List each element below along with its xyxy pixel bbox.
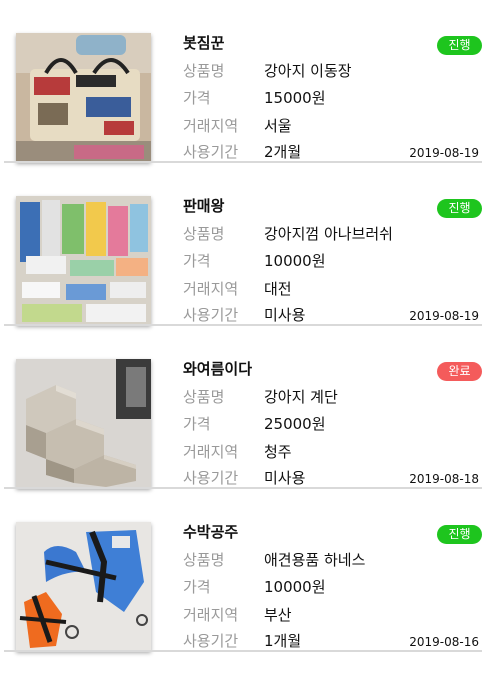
product-row: 상품명 강아지 이동장 (183, 61, 352, 81)
price-row: 가격 10000원 (183, 577, 326, 597)
price-value: 10000원 (264, 252, 326, 270)
period-label: 사용기간 (183, 306, 239, 324)
price-label: 가격 (183, 578, 211, 596)
period-value: 미사용 (264, 306, 306, 324)
price-label: 가격 (183, 252, 211, 270)
product-image-dog-stairs[interactable] (16, 359, 151, 488)
dog-stairs-image (16, 359, 151, 488)
status-badge: 진행 (437, 199, 482, 218)
price-value: 25000원 (264, 415, 326, 433)
dog-chews-image (16, 196, 151, 325)
period-label: 사용기간 (183, 632, 239, 650)
period-row: 사용기간 미사용 (183, 468, 305, 488)
item-divider (4, 650, 482, 652)
pet-carrier-image (16, 33, 151, 162)
period-row: 사용기간 2개월 (183, 142, 301, 162)
product-row: 상품명 강아지껌 아나브러쉬 (183, 224, 393, 244)
post-date: 2019-08-16 (409, 635, 479, 649)
list-item[interactable]: 판매왕 진행 상품명 강아지껌 아나브러쉬 가격 10000원 거래지역 대전 사용기… (0, 163, 486, 326)
price-row: 가격 15000원 (183, 88, 326, 108)
list-item[interactable]: 봇짐꾼 진행 상품명 강아지 이동장 가격 15000원 거래지역 서울 사용기간 2개… (0, 0, 486, 163)
item-title[interactable]: 봇짐꾼 (183, 33, 224, 53)
product-image-dog-chews[interactable] (16, 196, 151, 325)
list-item[interactable]: 와여름이다 완료 상품명 강아지 계단 가격 25000원 거래지역 청주 사용기간 미… (0, 326, 486, 489)
period-row: 사용기간 미사용 (183, 305, 305, 325)
product-label: 상품명 (183, 225, 225, 243)
product-value: 강아지 이동장 (264, 62, 352, 80)
region-label: 거래지역 (183, 606, 239, 624)
region-label: 거래지역 (183, 443, 239, 461)
product-image-dog-harness[interactable] (16, 522, 151, 651)
period-row: 사용기간 1개월 (183, 631, 301, 651)
price-label: 가격 (183, 89, 211, 107)
listing-list: 봇짐꾼 진행 상품명 강아지 이동장 가격 15000원 거래지역 서울 사용기간 2개… (0, 0, 486, 652)
dog-harness-image (16, 522, 151, 651)
region-row: 거래지역 부산 (183, 605, 292, 625)
price-value: 15000원 (264, 89, 326, 107)
product-value: 강아지껌 아나브러쉬 (264, 225, 393, 243)
post-date: 2019-08-19 (409, 309, 479, 323)
region-row: 거래지역 대전 (183, 279, 292, 299)
product-value: 애견용품 하네스 (264, 551, 366, 569)
price-label: 가격 (183, 415, 211, 433)
period-value: 2개월 (264, 143, 302, 161)
status-badge: 진행 (437, 525, 482, 544)
product-image-pet-carrier[interactable] (16, 33, 151, 162)
product-label: 상품명 (183, 388, 225, 406)
product-row: 상품명 애견용품 하네스 (183, 550, 365, 570)
price-row: 가격 10000원 (183, 251, 326, 271)
region-row: 거래지역 서울 (183, 116, 292, 136)
region-value: 부산 (264, 606, 292, 624)
item-title[interactable]: 판매왕 (183, 196, 224, 216)
product-value: 강아지 계단 (264, 388, 338, 406)
price-row: 가격 25000원 (183, 414, 326, 434)
region-label: 거래지역 (183, 280, 239, 298)
region-row: 거래지역 청주 (183, 442, 292, 462)
list-item[interactable]: 수박공주 진행 상품명 애견용품 하네스 가격 10000원 거래지역 부산 사용기간… (0, 489, 486, 652)
period-label: 사용기간 (183, 469, 239, 487)
post-date: 2019-08-18 (409, 472, 479, 486)
status-badge: 완료 (437, 362, 482, 381)
region-value: 서울 (264, 117, 292, 135)
region-label: 거래지역 (183, 117, 239, 135)
product-row: 상품명 강아지 계단 (183, 387, 338, 407)
period-label: 사용기간 (183, 143, 239, 161)
price-value: 10000원 (264, 578, 326, 596)
period-value: 1개월 (264, 632, 302, 650)
period-value: 미사용 (264, 469, 306, 487)
product-label: 상품명 (183, 62, 225, 80)
region-value: 청주 (264, 443, 292, 461)
product-label: 상품명 (183, 551, 225, 569)
item-title[interactable]: 와여름이다 (183, 359, 252, 379)
status-badge: 진행 (437, 36, 482, 55)
item-title[interactable]: 수박공주 (183, 522, 238, 542)
post-date: 2019-08-19 (409, 146, 479, 160)
region-value: 대전 (264, 280, 292, 298)
